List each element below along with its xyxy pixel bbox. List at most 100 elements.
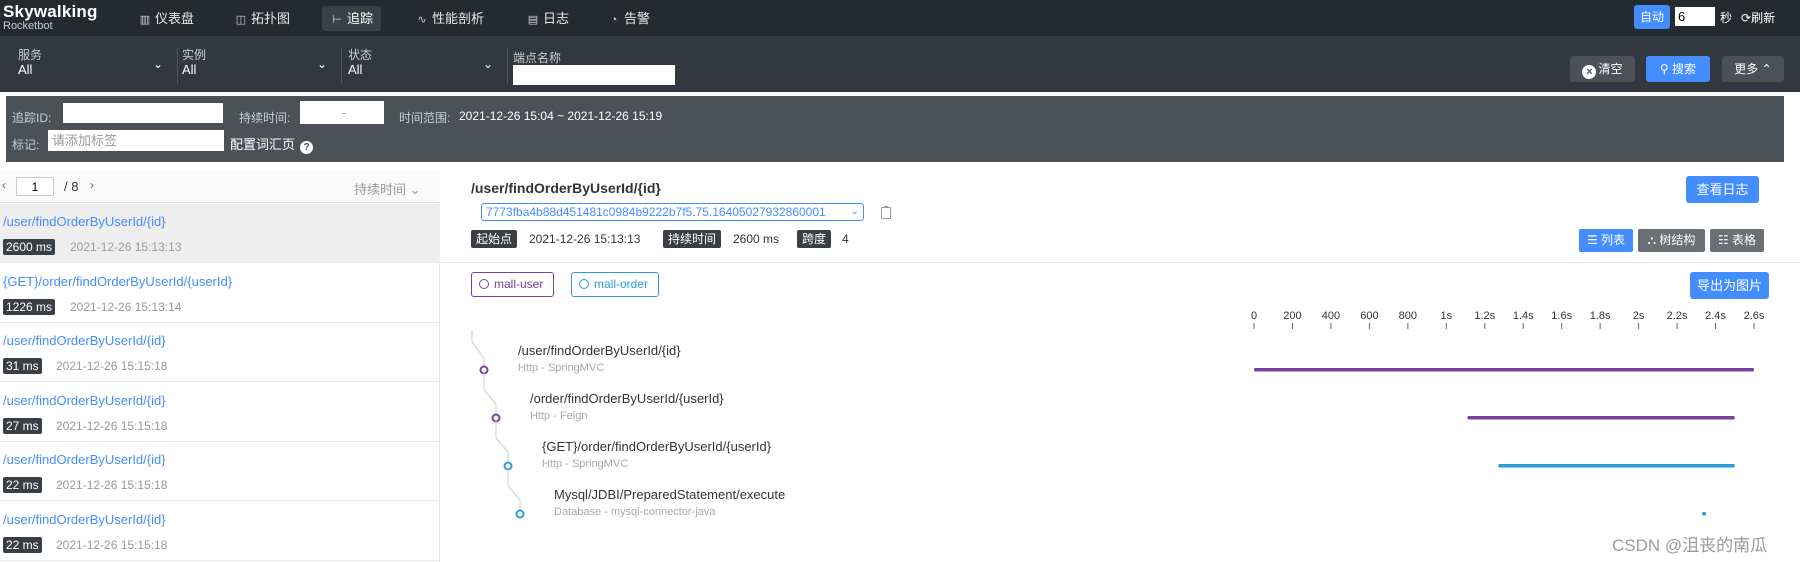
refresh-interval-input[interactable] (1675, 7, 1715, 26)
trace-id-select[interactable]: 7773fba4b88d451481c0984b9222b7f5.75.1640… (481, 203, 864, 221)
status-select[interactable]: 状态 All ⌄ (348, 48, 508, 84)
logo[interactable]: Skywalking Rocketbot (3, 3, 98, 32)
span-node[interactable] (515, 509, 525, 519)
nav-item-3[interactable]: ∿ 性能剖析 (407, 6, 492, 31)
table-icon: ☷ (1717, 233, 1733, 247)
trace-list-item[interactable]: /user/findOrderByUserId/{id} 2600 ms 2021-… (0, 204, 440, 263)
clear-button[interactable]: × 清空 (1570, 56, 1635, 82)
nav-item-1[interactable]: ◫ 拓扑图 (226, 6, 298, 31)
copy-icon[interactable] (881, 206, 891, 219)
span-name[interactable]: Mysql/JDBI/PreparedStatement/execute (554, 487, 785, 502)
duration-value: 2600 ms (733, 232, 780, 246)
service-select[interactable]: 服务 All ⌄ (18, 48, 178, 84)
view-toggle-tree[interactable]: ⛬ 树结构 (1638, 229, 1705, 252)
chevron-up-icon: ⌃ (1758, 62, 1772, 76)
span-name[interactable]: {GET}/order/findOrderByUserId/{userId} (542, 439, 771, 454)
trace-id-value: 7773fba4b88d451481c0984b9222b7f5.75.1640… (486, 205, 826, 219)
sort-select[interactable]: 持续时间 ⌄ (354, 179, 421, 198)
trace-detail-panel: /user/findOrderByUserId/{id} 7773fba4b88… (441, 170, 1800, 562)
trace-endpoint-name[interactable]: /user/findOrderByUserId/{id} (3, 333, 166, 348)
span-bar[interactable] (1254, 368, 1754, 372)
time-range-value[interactable]: 2021-12-26 15:04 ~ 2021-12-26 15:19 (459, 109, 662, 123)
alarm-icon: ◔ (610, 14, 618, 26)
chevron-right-icon[interactable]: › (90, 178, 94, 192)
trace-duration-badge: 27 ms (3, 417, 42, 434)
clear-icon: × (1582, 65, 1597, 79)
nav-item-label: 告警 (624, 11, 651, 26)
tree-connector (507, 466, 521, 514)
chevron-left-icon[interactable]: ‹ (2, 178, 6, 192)
axis-tick-label: 1.4s (1513, 310, 1534, 322)
span-bar[interactable] (1498, 464, 1735, 468)
span-name[interactable]: /user/findOrderByUserId/{id} (518, 343, 681, 358)
trace-endpoint-name[interactable]: /user/findOrderByUserId/{id} (3, 393, 166, 408)
endpoint-label: 端点名称 (513, 51, 562, 65)
axis-tick-label: 2.4s (1705, 310, 1726, 322)
more-label: 更多 (1734, 62, 1759, 76)
trace-endpoint-name[interactable]: /user/findOrderByUserId/{id} (3, 214, 166, 229)
clear-label: 清空 (1598, 62, 1623, 76)
export-image-button[interactable]: 导出为图片 (1690, 272, 1769, 299)
advanced-filter-panel: 追踪ID: 持续时间: 时间范围: 2021-12-26 15:04 ~ 202… (6, 96, 1784, 162)
trace-list-item[interactable]: /user/findOrderByUserId/{id} 31 ms 2021-12… (0, 323, 440, 383)
duration-input[interactable] (300, 101, 384, 124)
log-icon: ▤ (527, 14, 539, 26)
trace-endpoint-name[interactable]: /user/findOrderByUserId/{id} (3, 512, 166, 527)
refresh-button[interactable]: ⟳刷新 (1741, 9, 1775, 26)
logo-subtitle: Rocketbot (3, 20, 53, 32)
tags-input[interactable] (48, 130, 224, 151)
nav-item-0[interactable]: ▥ 仪表盘 (130, 6, 202, 31)
span-type: Http - SpringMVC (518, 362, 605, 374)
config-vocabulary-label: 配置词汇页 (230, 137, 296, 152)
axis-tick-label: 1.8s (1590, 310, 1611, 322)
view-toggle-table[interactable]: ☷ 表格 (1710, 229, 1764, 252)
config-vocabulary-link[interactable]: 配置词汇页? (230, 134, 314, 154)
auto-refresh-button[interactable]: 自动 (1634, 5, 1670, 29)
service-legend-chip[interactable]: mall-order (571, 272, 660, 297)
view-toggle-label: 表格 (1732, 233, 1757, 247)
tree-icon: ⛬ (1647, 233, 1660, 247)
trace-endpoint-name[interactable]: /user/findOrderByUserId/{id} (3, 452, 166, 467)
list-icon: ☰ (1586, 233, 1602, 247)
more-button[interactable]: 更多 ⌃ (1722, 56, 1784, 82)
chevron-down-icon: ⌄ (409, 182, 421, 197)
trace-timestamp: 2021-12-26 15:15:18 (56, 359, 168, 374)
span-name[interactable]: /order/findOrderByUserId/{userId} (530, 391, 724, 406)
help-icon[interactable]: ? (300, 141, 314, 154)
filter-bar: 服务 All ⌄ 实例 All ⌄ 状态 All ⌄ 端点名称 × 清空 ⚲ 搜索… (0, 36, 1800, 92)
nav-item-4[interactable]: ▤ 日志 (518, 6, 577, 31)
trace-endpoint-name[interactable]: {GET}/order/findOrderByUserId/{userId} (3, 274, 232, 289)
search-button[interactable]: ⚲ 搜索 (1646, 56, 1710, 82)
trace-timestamp: 2021-12-26 15:15:18 (56, 538, 168, 552)
page-total: / 8 (64, 179, 79, 194)
trace-duration-badge: 2600 ms (3, 239, 56, 255)
span-bar[interactable] (1702, 512, 1707, 516)
axis-tick-label: 2.2s (1667, 310, 1688, 322)
service-legend-chip[interactable]: mall-user (471, 272, 555, 297)
top-nav: Skywalking Rocketbot ▥ 仪表盘 ◫ 拓扑图 ⊢ 追踪 ∿ 性能剖析 ▤ 日志… (0, 0, 1800, 36)
duration-label: 持续时间: (239, 111, 291, 125)
trace-id-input[interactable] (63, 103, 223, 123)
trace-list-item[interactable]: {GET}/order/findOrderByUserId/{userId} 12… (0, 264, 440, 323)
start-tag: 起始点 (471, 230, 518, 248)
trace-list-item[interactable]: /user/findOrderByUserId/{id} 27 ms 2021-12… (0, 383, 440, 442)
span-bar[interactable] (1467, 416, 1735, 420)
watermark: CSDN @沮丧的南瓜 (1612, 536, 1768, 555)
trace-duration-badge: 1226 ms (3, 298, 56, 315)
view-logs-button[interactable]: 查看日志 (1686, 176, 1759, 203)
nav-item-2[interactable]: ⊢ 追踪 (322, 6, 382, 31)
refresh-label: 刷新 (1751, 11, 1776, 25)
trace-list-item[interactable]: /user/findOrderByUserId/{id} 22 ms 2021-12… (0, 502, 440, 561)
view-toggle-list[interactable]: ☰ 列表 (1579, 229, 1633, 252)
trace-list-item[interactable]: /user/findOrderByUserId/{id} 22 ms 2021-12… (0, 442, 440, 502)
nav-item-label: 性能剖析 (432, 11, 485, 26)
instance-select[interactable]: 实例 All ⌄ (182, 48, 342, 84)
endpoint-input[interactable] (513, 65, 675, 85)
view-toggle-label: 列表 (1601, 233, 1626, 247)
trace-timestamp: 2021-12-26 15:15:18 (56, 478, 168, 493)
page-input[interactable] (16, 177, 54, 196)
nav-item-5[interactable]: ◔ 告警 (599, 6, 658, 31)
trace-list-panel: ‹ / 8 › 持续时间 ⌄ /user/findOrderByUserId/{… (0, 170, 440, 562)
start-value: 2021-12-26 15:13:13 (529, 232, 641, 246)
axis-tick-label: 2s (1633, 310, 1645, 322)
